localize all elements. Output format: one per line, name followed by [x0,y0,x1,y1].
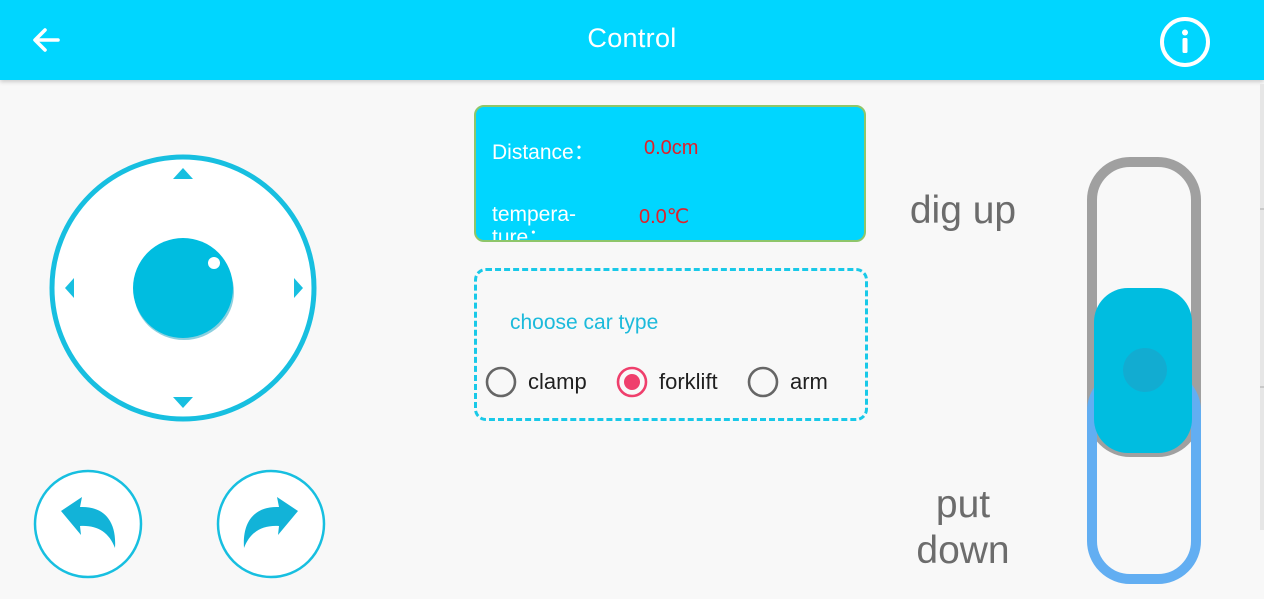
distance-label: Distance： [492,141,595,164]
radio-forklift[interactable]: forklift [616,366,718,398]
joystick-knob[interactable] [133,238,233,338]
radio-arm[interactable]: arm [747,366,828,398]
car-type-group: choose car type clamp forklift arm [474,268,868,421]
radio-unchecked-icon [485,366,517,398]
radio-label: clamp [528,369,587,394]
rotate-left-button[interactable] [33,469,143,579]
info-icon[interactable] [1158,15,1212,69]
radio-label: arm [790,369,828,394]
scroll-divider [1260,208,1264,210]
scroll-track [1260,84,1264,530]
rotate-right-button[interactable] [216,469,326,579]
dig-up-label: dig up [909,189,1017,232]
dig-slider[interactable] [1083,155,1205,590]
temperature-value: 0.0℃ [639,206,690,228]
put-down-label: put down [916,483,1010,572]
sensor-readout-card: Distance： 0.0cm tempera-ture： 0.0℃ [474,105,866,242]
distance-value: 0.0cm [644,137,699,159]
radio-checked-icon [616,366,648,398]
page-title: Control [587,23,677,53]
radio-unchecked-icon [747,366,779,398]
slider-thumb-grip [1123,348,1167,392]
joystick-knob-highlight [208,257,220,269]
radio-label: forklift [659,369,718,394]
direction-joystick[interactable] [49,154,317,422]
temperature-label: tempera-ture： [492,203,577,242]
radio-clamp[interactable]: clamp [485,366,587,398]
scroll-divider [1260,386,1264,388]
car-type-heading: choose car type [510,311,659,334]
app-bar: Control [0,0,1264,80]
